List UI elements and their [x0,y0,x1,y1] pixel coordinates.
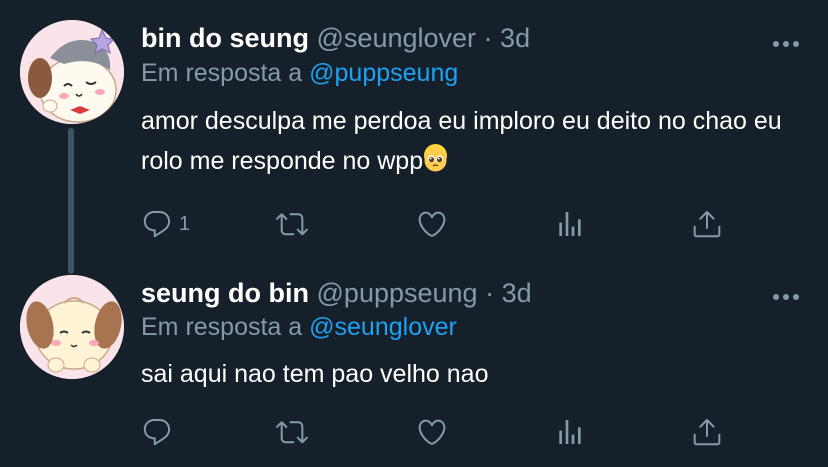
analytics-icon [559,420,581,444]
retweet-button[interactable] [276,206,308,242]
more-icon[interactable] [772,288,800,300]
share-button[interactable] [691,206,723,242]
like-icon [418,211,446,237]
puppy-avatar-image [20,275,124,379]
avatar[interactable] [20,20,124,124]
more-icon[interactable] [772,35,800,47]
reply-button[interactable]: 1 [141,206,190,242]
pleading-face-emoji [424,144,448,172]
separator-dot: · [483,23,493,53]
puppy-avatar-image [20,20,124,124]
reply-icon [143,210,171,238]
retweet-button[interactable] [276,414,308,450]
like-icon [418,419,446,445]
timestamp[interactable]: 3d [502,278,532,308]
reply-mention-link[interactable]: @puppseung [309,59,458,87]
tweet-header: bin do seung @seunglover · 3d [141,22,530,54]
reply-context: Em resposta a @puppseung [141,58,458,88]
tweet-actions: 1 [141,206,741,242]
reply-icon [143,418,171,446]
reply-prefix: Em resposta a [141,313,303,341]
reply-button[interactable] [141,414,179,450]
share-icon [693,419,721,446]
thread-line [68,128,74,274]
analytics-button[interactable] [554,206,586,242]
tweet[interactable]: seung do bin @puppseung · 3d Em resposta… [0,268,828,467]
tweet-text-content: amor desculpa me perdoa eu imploro eu de… [141,107,782,175]
author-name[interactable]: bin do seung [141,23,309,53]
tweet[interactable]: bin do seung @seunglover · 3d Em respost… [0,0,828,274]
reply-count: 1 [179,212,191,235]
analytics-icon [559,212,581,236]
author-name[interactable]: seung do bin [141,278,309,308]
analytics-button[interactable] [554,414,586,450]
reply-mention-link[interactable]: @seunglover [309,313,457,341]
retweet-icon [276,421,308,444]
author-handle[interactable]: @puppseung [317,278,478,308]
reply-context: Em resposta a @seunglover [141,312,457,342]
tweet-text: sai aqui nao tem pao velho nao [141,354,801,394]
like-button[interactable] [416,414,448,450]
tweet-header: seung do bin @puppseung · 3d [141,277,532,309]
retweet-icon [276,213,308,236]
separator-dot: · [485,278,495,308]
tweet-text-content: sai aqui nao tem pao velho nao [141,360,489,388]
like-button[interactable] [416,206,448,242]
reply-prefix: Em resposta a [141,59,303,87]
share-button[interactable] [691,414,723,450]
tweet-actions [141,414,741,450]
share-icon [693,211,721,238]
timestamp[interactable]: 3d [500,23,530,53]
avatar[interactable] [20,275,124,379]
author-handle[interactable]: @seunglover [317,23,477,53]
tweet-text: amor desculpa me perdoa eu imploro eu de… [141,101,801,181]
